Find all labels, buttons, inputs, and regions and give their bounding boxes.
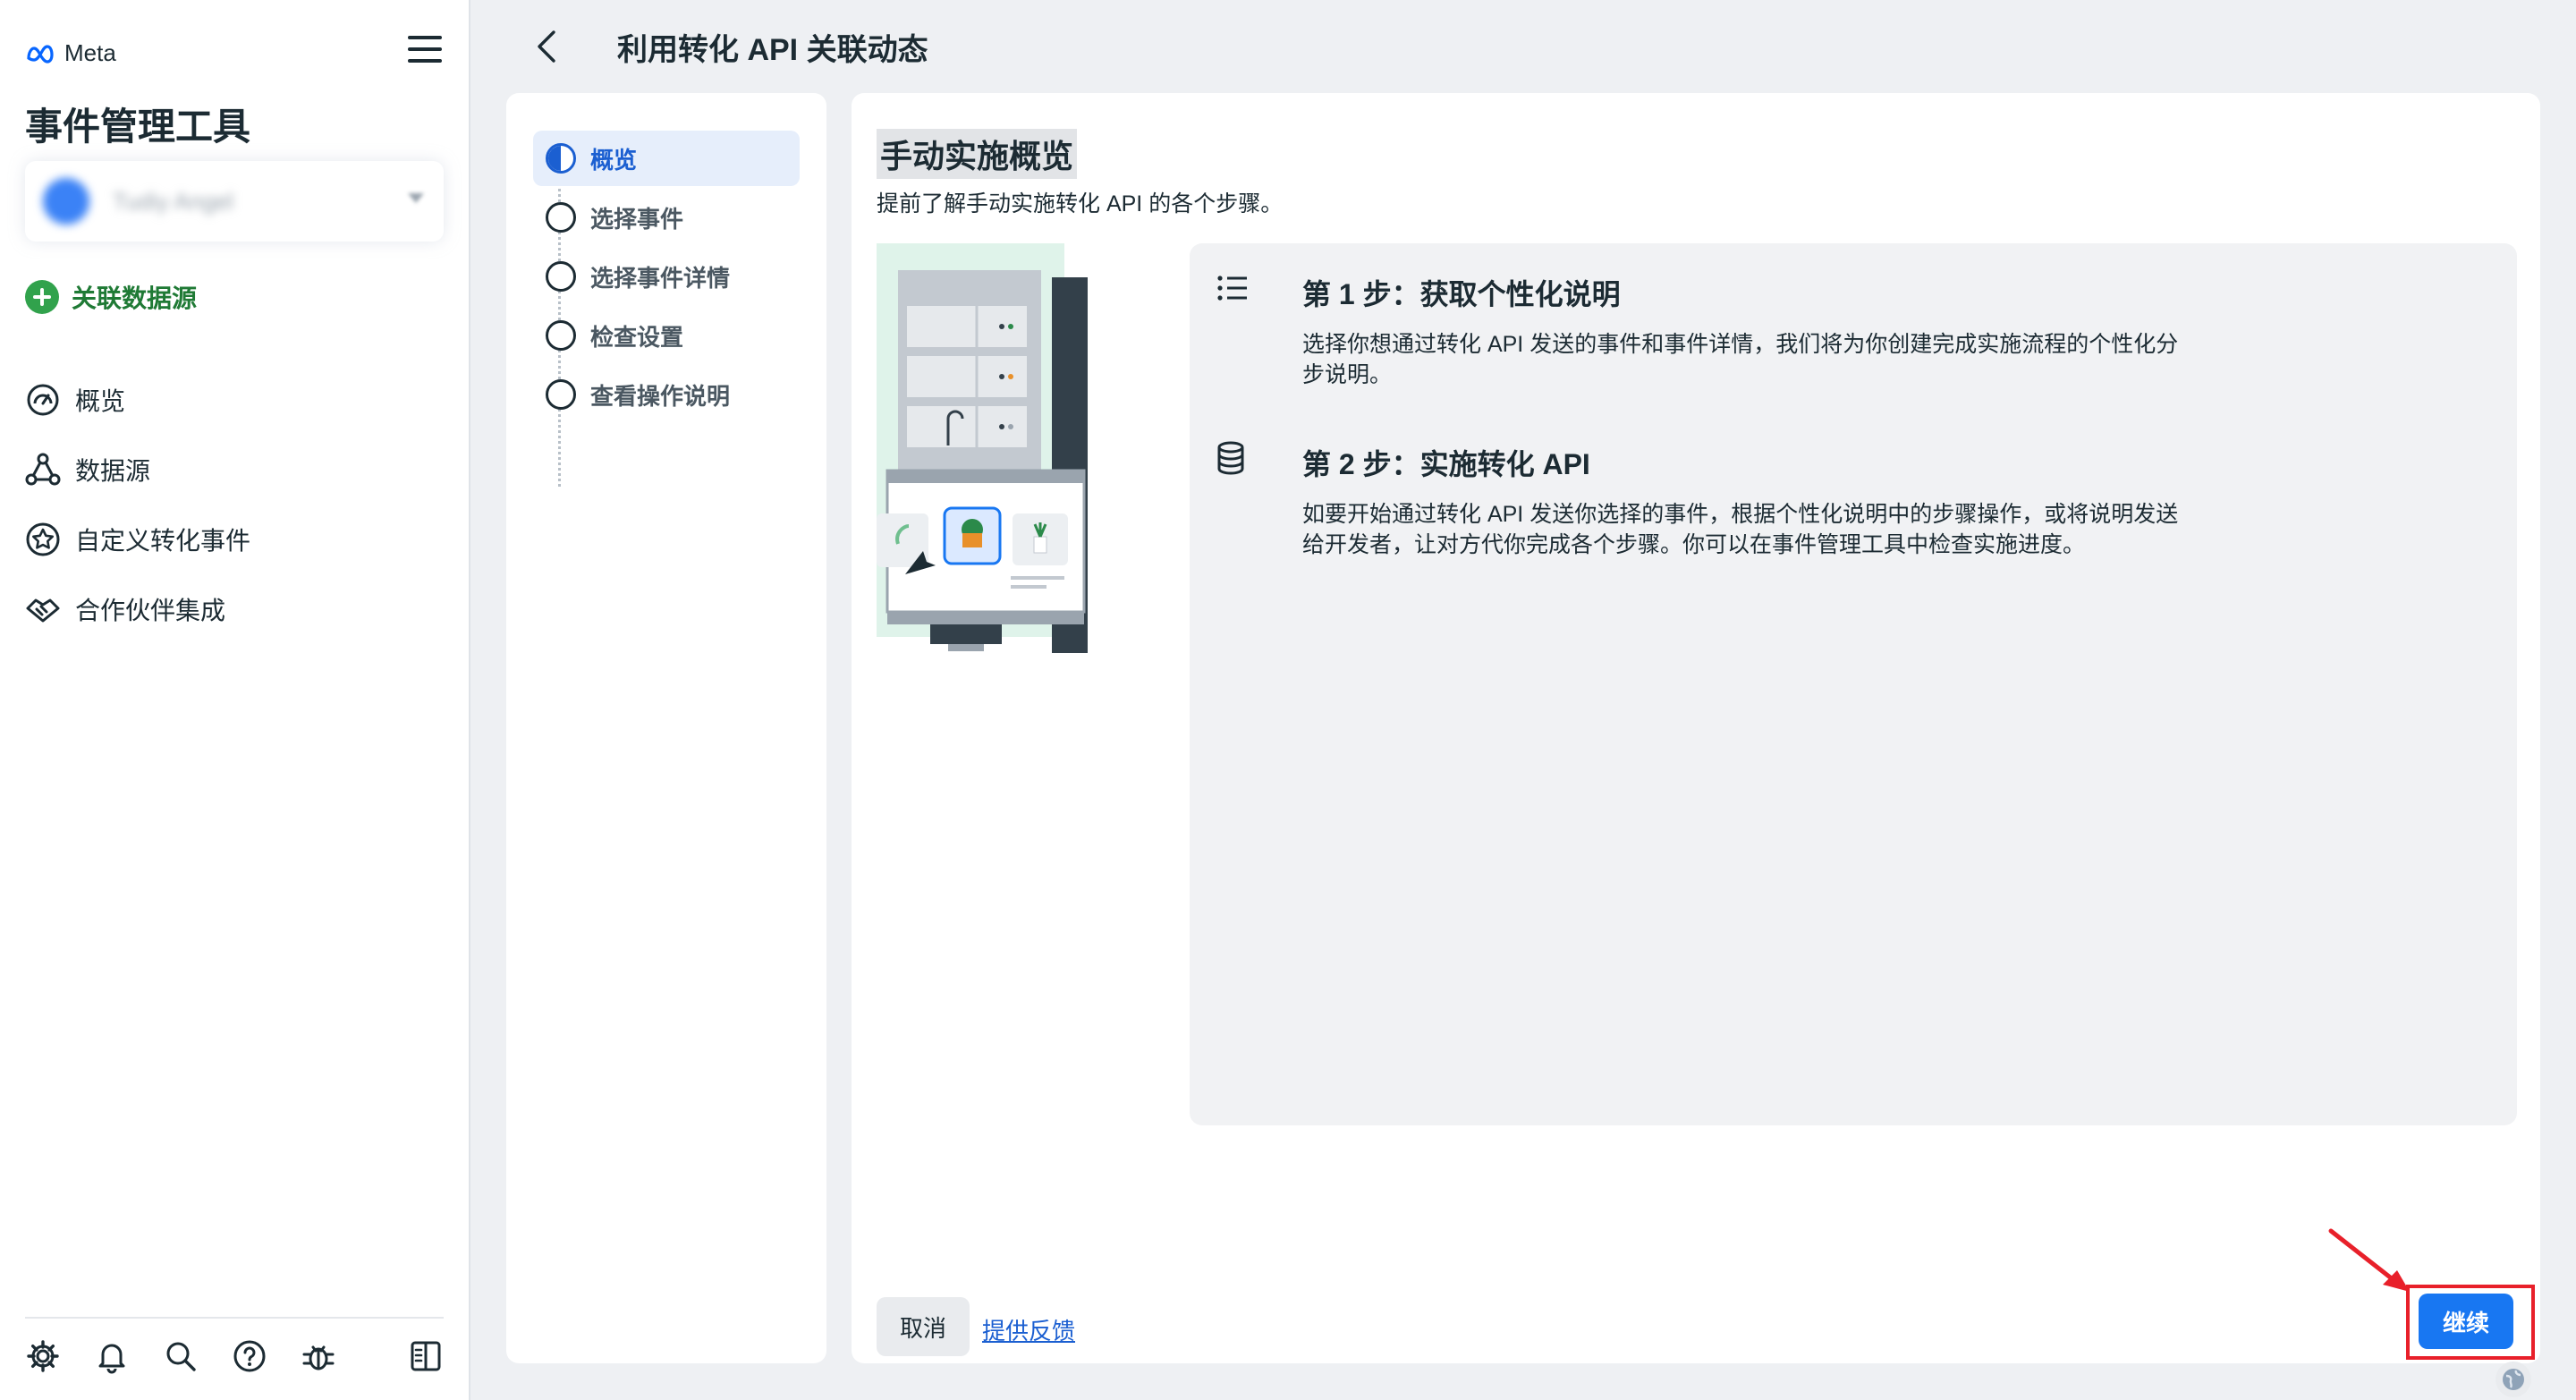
half-circle-icon <box>546 143 576 174</box>
search-icon[interactable] <box>163 1338 199 1374</box>
bell-icon[interactable] <box>94 1338 130 1374</box>
step-select-events[interactable]: 选择事件 <box>533 190 800 245</box>
instructions-card: 第 1 步：获取个性化说明 选择你想通过转化 API 发送的事件和事件详情，我们… <box>1190 243 2517 1125</box>
account-selector[interactable]: Tudiy Angel <box>25 161 444 242</box>
sidebar-item-label: 合作伙伴集成 <box>75 597 226 624</box>
instruction-body: 如要开始通过转化 API 发送你选择的事件，根据个性化说明中的步骤操作，或将说明… <box>1302 502 2179 557</box>
cancel-button[interactable]: 取消 <box>877 1297 970 1356</box>
bug-icon[interactable] <box>301 1338 336 1374</box>
step-label: 概览 <box>590 146 638 174</box>
step-label: 选择事件详情 <box>590 264 731 292</box>
circle-icon <box>546 379 576 410</box>
step-overview[interactable]: 概览 <box>533 131 800 186</box>
globe-button[interactable] <box>2496 1362 2531 1397</box>
help-icon[interactable] <box>232 1338 267 1374</box>
gear-icon[interactable] <box>25 1338 61 1374</box>
circle-icon <box>546 261 576 292</box>
database-icon <box>1217 441 1244 475</box>
page-header: 利用转化 API 关联动态 <box>472 0 2576 93</box>
list-icon <box>1217 276 1247 301</box>
sidebar-item-partner-integrations[interactable]: 合作伙伴集成 <box>25 574 250 644</box>
sidebar-item-custom-conversions[interactable]: 自定义转化事件 <box>25 505 250 574</box>
section-subtitle: 提前了解手动实施转化 API 的各个步骤。 <box>877 191 1284 216</box>
instruction-title: 第 1 步：获取个性化说明 <box>1302 278 1621 310</box>
step-view-instructions[interactable]: 查看操作说明 <box>533 367 800 422</box>
hamburger-menu-icon[interactable] <box>408 36 442 66</box>
continue-button[interactable]: 继续 <box>2419 1294 2513 1349</box>
connect-data-source-button[interactable]: 关联数据源 <box>25 279 197 315</box>
step-review-setup[interactable]: 检查设置 <box>533 308 800 363</box>
sidebar: Meta 事件管理工具 Tudiy Angel 关联数据源 概览 数据源 自定义… <box>0 0 470 1400</box>
steps-panel: 概览 选择事件 选择事件详情 检查设置 查看操作说明 <box>506 93 826 1363</box>
chevron-left-icon <box>538 30 555 63</box>
brand-name: Meta <box>64 39 116 66</box>
circle-icon <box>546 320 576 351</box>
step-label: 选择事件 <box>590 205 684 233</box>
events-manager-app: Meta 事件管理工具 Tudiy Angel 关联数据源 概览 数据源 自定义… <box>0 0 2576 1400</box>
instruction-body: 选择你想通过转化 API 发送的事件和事件详情，我们将为你创建完成实施流程的个性… <box>1302 332 2179 387</box>
feedback-link[interactable]: 提供反馈 <box>982 1313 1075 1346</box>
plus-circle-icon <box>25 280 59 314</box>
globe-icon <box>2503 1369 2524 1390</box>
panel-toggle-icon[interactable] <box>408 1338 444 1374</box>
sidebar-item-label: 自定义转化事件 <box>75 527 251 555</box>
page-title: 利用转化 API 关联动态 <box>617 32 928 67</box>
sidebar-item-label: 概览 <box>75 387 126 415</box>
data-sources-icon <box>25 453 61 486</box>
step-label: 查看操作说明 <box>590 382 731 410</box>
step-select-event-details[interactable]: 选择事件详情 <box>533 249 800 304</box>
app-title: 事件管理工具 <box>25 106 251 148</box>
star-badge-icon <box>26 522 60 556</box>
sidebar-nav: 概览 数据源 自定义转化事件 合作伙伴集成 <box>25 365 250 644</box>
sidebar-footer <box>25 1317 444 1374</box>
sidebar-item-label: 数据源 <box>75 457 151 485</box>
section-title: 手动实施概览 <box>877 129 1078 179</box>
connect-data-source-label: 关联数据源 <box>72 284 198 312</box>
circle-icon <box>546 202 576 233</box>
back-button[interactable] <box>522 21 572 72</box>
account-name: Tudiy Angel <box>113 187 233 215</box>
step-label: 检查设置 <box>590 323 684 351</box>
meta-brand[interactable]: Meta <box>25 39 116 67</box>
chevron-down-icon <box>408 193 424 203</box>
handshake-icon <box>26 598 60 623</box>
sidebar-item-overview[interactable]: 概览 <box>25 365 250 435</box>
dashboard-gauge-icon <box>27 384 59 416</box>
server-illustration <box>877 243 1088 653</box>
main-panel: 手动实施概览 提前了解手动实施转化 API 的各个步骤。 第 1 步：获取个性化… <box>852 93 2540 1363</box>
sidebar-item-data-sources[interactable]: 数据源 <box>25 435 250 505</box>
meta-logo-icon <box>27 44 54 64</box>
annotation-arrow-icon <box>2328 1228 2410 1292</box>
avatar <box>43 178 89 225</box>
instruction-title: 第 2 步：实施转化 API <box>1302 448 1590 480</box>
